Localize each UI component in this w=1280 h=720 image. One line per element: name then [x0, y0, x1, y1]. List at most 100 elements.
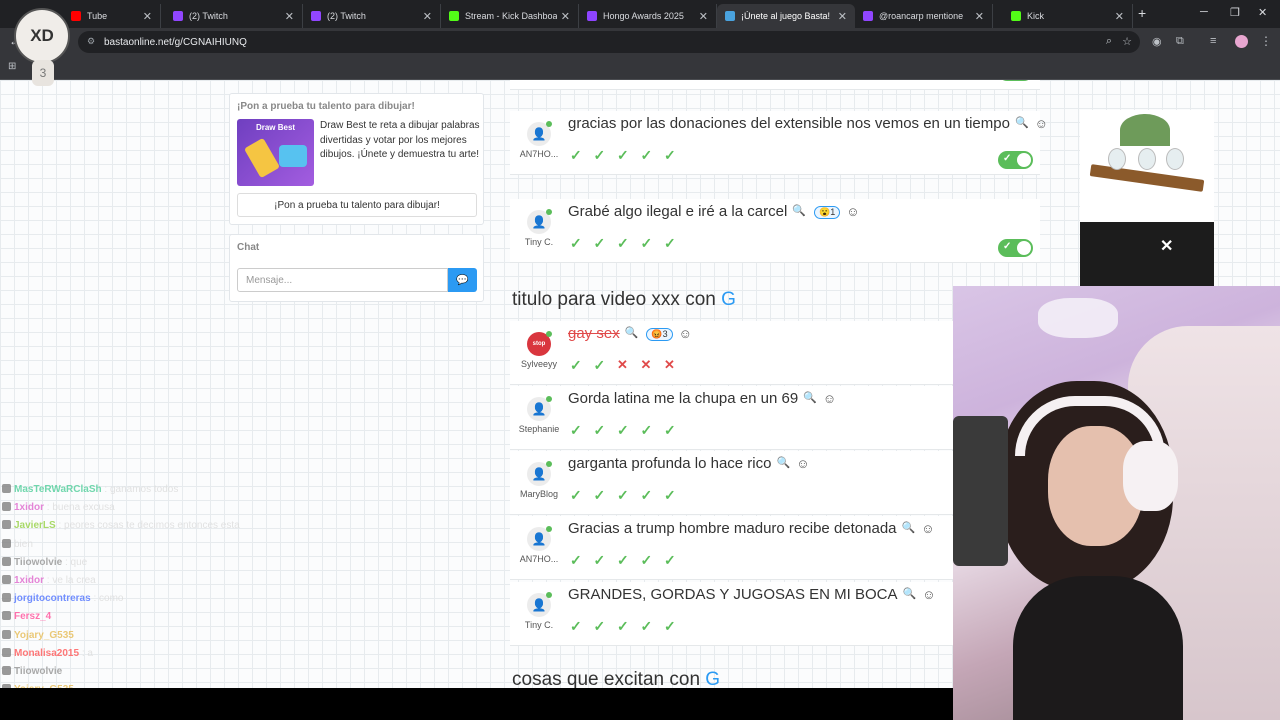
draw-best-thumbnail[interactable]: Draw Best	[237, 119, 314, 186]
approve-check-icon: ✓	[640, 422, 653, 438]
add-reaction-icon[interactable]: ☺	[679, 326, 692, 341]
tab-close-icon[interactable]: ✕	[1115, 10, 1124, 23]
browser-tab[interactable]: Kick ✕	[1003, 4, 1133, 28]
tab-close-icon[interactable]: ✕	[143, 10, 152, 23]
webcam-overlay	[953, 286, 1280, 720]
advertisement[interactable]: ✕	[1080, 110, 1214, 286]
minimize-icon[interactable]: ─	[1200, 6, 1208, 18]
browser-tab[interactable]: Tube ✕	[63, 4, 161, 28]
player-name: Tiny C.	[524, 237, 554, 247]
search-icon[interactable]: 🔍	[1015, 116, 1029, 129]
zoom-icon[interactable]: ⌕	[1106, 35, 1112, 48]
user-avatar-icon: 👤	[527, 461, 552, 486]
vote-marks: ✓ ✓ ✕ ✕ ✕	[570, 357, 688, 374]
xd-logo-text: XD	[14, 8, 70, 64]
vote-marks: ✓ ✓ ✓ ✓ ✓	[570, 487, 688, 504]
approve-check-icon: ✓	[593, 552, 606, 568]
promo-description: Draw Best te reta a dibujar palabras div…	[320, 120, 480, 160]
extensions-puzzle-icon[interactable]: ⧉	[1176, 35, 1184, 48]
approve-toggle[interactable]: ✓	[998, 239, 1033, 257]
reaction-emoji: 😡	[651, 329, 663, 339]
reaction-badge[interactable]: 😡3	[646, 328, 673, 341]
tab-close-icon[interactable]: ✕	[699, 10, 708, 23]
search-icon[interactable]: 🔍	[625, 326, 639, 339]
browser-tab[interactable]: ¡Únete al juego Basta! ✕	[717, 4, 855, 28]
site-info-icon[interactable]: ⚙	[87, 36, 95, 47]
answer-text: Grabé algo ilegal e iré a la carcel 🔍 😮1 ☺	[568, 203, 860, 220]
chat-title: Chat	[237, 242, 260, 253]
browser-tab[interactable]: (2) Twitch ✕	[303, 4, 441, 28]
reaction-badge[interactable]: 😮1	[814, 206, 841, 219]
add-reaction-icon[interactable]: ☺	[796, 456, 809, 471]
approve-toggle[interactable]: ✓	[998, 151, 1033, 169]
category-3-title: cosas que excitan con G	[512, 669, 720, 688]
tab-favicon-icon	[449, 11, 459, 21]
maximize-icon[interactable]: ❐	[1230, 6, 1240, 19]
search-icon[interactable]: 🔍	[776, 456, 790, 469]
chat-panel: Chat Mensaje... 💬	[229, 234, 484, 302]
profile-avatar[interactable]	[1235, 35, 1248, 48]
send-button[interactable]: 💬	[448, 268, 477, 292]
search-icon[interactable]: 🔍	[803, 391, 817, 404]
promo-title: ¡Pon a prueba tu talento para dibujar!	[237, 101, 415, 112]
player-name: AN7HO...	[519, 554, 559, 564]
stop-avatar: stop	[527, 331, 552, 356]
new-tab-button[interactable]: +	[1138, 5, 1146, 21]
add-reaction-icon[interactable]: ☺	[846, 204, 859, 219]
browser-tab[interactable]: Stream - Kick Dashboard ✕	[441, 4, 579, 28]
tab-close-icon[interactable]: ✕	[423, 10, 432, 23]
approve-check-icon: ✓	[570, 487, 582, 503]
close-window-icon[interactable]: ✕	[1258, 6, 1267, 19]
extension-icon[interactable]: ◉	[1152, 35, 1162, 48]
approve-check-icon: ✓	[570, 618, 582, 634]
tab-close-icon[interactable]: ✕	[975, 10, 984, 23]
add-reaction-icon[interactable]: ☺	[823, 391, 836, 406]
headphones-cup	[1123, 441, 1178, 511]
stop-label: stop	[532, 341, 546, 347]
approve-check-icon: ✓	[593, 235, 606, 251]
user-avatar-icon: 👤	[527, 209, 552, 234]
xd-logo-sub: 3	[32, 60, 54, 86]
browser-tab[interactable]: (2) Twitch ✕	[165, 4, 303, 28]
tab-close-icon[interactable]: ✕	[838, 10, 847, 23]
tab-title: @roancarp mentione	[879, 11, 964, 21]
reject-x-icon: ✕	[664, 357, 675, 372]
search-icon[interactable]: 🔍	[902, 521, 916, 534]
tab-close-icon[interactable]: ✕	[561, 10, 570, 23]
add-reaction-icon[interactable]: ☺	[1035, 116, 1048, 131]
approve-check-icon: ✓	[593, 422, 606, 438]
vote-marks: ✓ ✓ ✓ ✓ ✓	[570, 552, 688, 569]
answer-text: Gorda latina me la chupa en un 69 🔍 ☺	[568, 390, 836, 407]
tab-favicon-icon	[71, 11, 81, 21]
browser-tab[interactable]: @roancarp mentione ✕	[855, 4, 993, 28]
approve-check-icon: ✓	[617, 422, 629, 438]
media-icon[interactable]: ≡	[1210, 35, 1216, 47]
tab-close-icon[interactable]: ✕	[285, 10, 294, 23]
answer-label: Grabé algo ilegal e iré a la carcel	[568, 203, 788, 220]
approve-check-icon: ✓	[593, 487, 606, 503]
player-name: Tiny C.	[524, 620, 554, 630]
add-reaction-icon[interactable]: ☺	[921, 521, 934, 536]
answer-label: gracias por las donaciones del extensibl…	[568, 115, 1010, 132]
pencil-icon	[243, 137, 281, 179]
chat-input[interactable]: Mensaje...	[237, 268, 448, 292]
address-bar[interactable]: ⚙ bastaonline.net/g/CGNAIHIUNQ ⌕ ☆	[78, 31, 1140, 53]
approve-toggle[interactable]: ✓	[998, 80, 1033, 81]
tab-title: Tube	[87, 11, 108, 21]
approve-check-icon: ✓	[570, 235, 582, 251]
search-icon[interactable]: 🔍	[903, 587, 917, 600]
promo-button[interactable]: ¡Pon a prueba tu talento para dibujar!	[237, 193, 477, 217]
menu-kebab-icon[interactable]: ⋮	[1260, 34, 1272, 48]
tab-title: (2) Twitch	[189, 11, 228, 21]
add-reaction-icon[interactable]: ☺	[922, 587, 935, 602]
reject-x-icon: ✕	[640, 357, 652, 372]
reaction-count: 3	[662, 329, 668, 339]
browser-tab[interactable]: Hongo Awards 2025 ✕	[579, 4, 717, 28]
approve-check-icon: ✓	[570, 552, 582, 568]
bookmark-star-icon[interactable]: ☆	[1122, 35, 1132, 48]
streamer-body	[1013, 576, 1183, 720]
answer-text: Gracias a trump hombre maduro recibe det…	[568, 520, 935, 537]
approve-check-icon: ✓	[617, 552, 629, 568]
ad-close-icon[interactable]: ✕	[1160, 236, 1173, 256]
search-icon[interactable]: 🔍	[792, 204, 806, 217]
